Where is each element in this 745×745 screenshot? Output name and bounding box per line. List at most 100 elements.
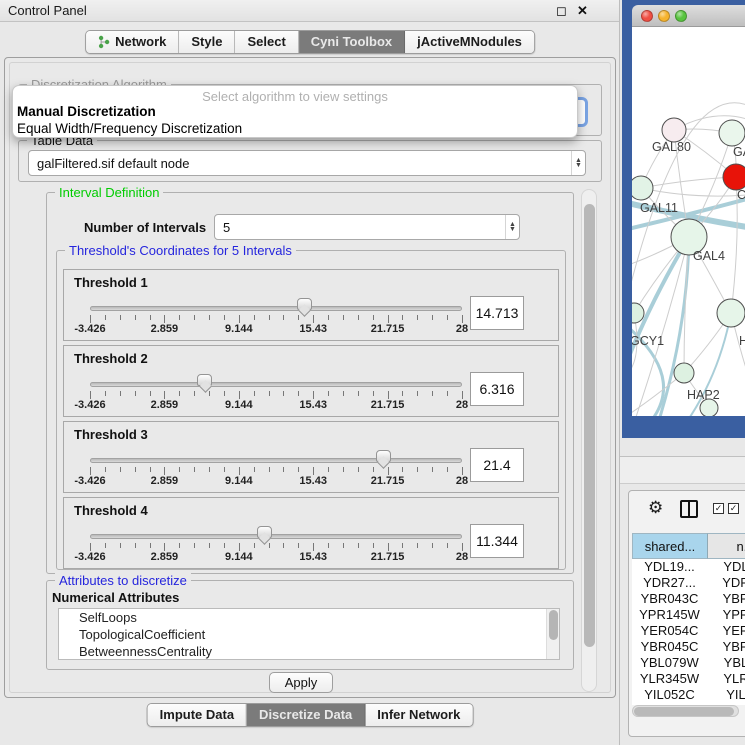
threshold-slider[interactable]: -3.4262.8599.14415.4321.71528 xyxy=(90,346,462,418)
split-view-icon[interactable] xyxy=(680,500,698,518)
threshold-slider[interactable]: -3.4262.8599.14415.4321.71528 xyxy=(90,422,462,494)
slider-thumb[interactable] xyxy=(376,450,391,462)
tick-mark xyxy=(462,315,463,323)
column-header-n[interactable]: n... xyxy=(707,533,745,559)
tick-mark xyxy=(358,543,359,548)
tick-mark xyxy=(164,543,165,551)
network-canvas[interactable]: GAL80GACGAL11GAL4GCY1HHAP2 xyxy=(632,27,745,416)
slider-track[interactable] xyxy=(90,458,462,463)
network-node-ga[interactable] xyxy=(719,120,745,146)
slider-track[interactable] xyxy=(90,382,462,387)
tick-mark xyxy=(224,391,225,396)
threshold-value-field[interactable]: 21.4 xyxy=(470,448,524,482)
table-row[interactable]: YBL079WYBL0... xyxy=(632,655,745,671)
threshold-value-field[interactable]: 14.713 xyxy=(470,296,524,330)
tick-mark xyxy=(254,391,255,396)
bottom-tab-impute-data[interactable]: Impute Data xyxy=(148,704,247,726)
tick-mark xyxy=(298,543,299,548)
slider-tick-labels: -3.4262.8599.14415.4321.71528 xyxy=(90,551,462,564)
algorithm-dropdown-popup: Select algorithm to view settings Manual… xyxy=(12,85,578,138)
tick-mark xyxy=(343,391,344,396)
network-node-gal80[interactable] xyxy=(662,118,686,142)
threshold-value-field[interactable]: 6.316 xyxy=(470,372,524,406)
tick-mark xyxy=(179,543,180,548)
slider-track[interactable] xyxy=(90,534,462,539)
window-zoom-button[interactable] xyxy=(675,10,687,22)
algorithm-option-manual[interactable]: Manual Discretization xyxy=(13,103,577,120)
close-panel-icon[interactable]: ✕ xyxy=(577,3,588,19)
table-cell: YBL0... xyxy=(707,655,745,671)
float-panel-icon[interactable]: ◻ xyxy=(556,3,567,19)
tick-mark xyxy=(298,467,299,472)
tick-mark xyxy=(179,391,180,396)
table-row[interactable]: YBR043CYBR0... xyxy=(632,591,745,607)
bottom-tab-discretize-data[interactable]: Discretize Data xyxy=(247,704,365,726)
tick-mark xyxy=(283,467,284,472)
number-of-intervals-select[interactable]: 5 ▲▼ xyxy=(214,214,520,240)
attributes-scrollbar[interactable] xyxy=(546,609,559,659)
tick-mark xyxy=(90,315,91,323)
network-window-titlebar[interactable] xyxy=(632,5,745,27)
threshold-value-field[interactable]: 11.344 xyxy=(470,524,524,558)
tab-select[interactable]: Select xyxy=(235,31,298,53)
tick-mark xyxy=(343,543,344,548)
checkbox-icon-1[interactable]: ✓ xyxy=(713,503,724,514)
attribute-item[interactable]: SelfLoops xyxy=(59,609,559,626)
table-cell: YLR3... xyxy=(707,671,745,687)
network-node-gcy1[interactable] xyxy=(632,303,644,323)
network-node-gal11[interactable] xyxy=(632,176,653,200)
table-row[interactable]: YLR345WYLR3... xyxy=(632,671,745,687)
gear-icon[interactable]: ⚙ xyxy=(648,498,663,518)
window-close-button[interactable] xyxy=(641,10,653,22)
threshold-slider[interactable]: -3.4262.8599.14415.4321.71528 xyxy=(90,498,462,570)
tab-jactivemnodules[interactable]: jActiveMNodules xyxy=(405,31,534,53)
algorithm-placeholder-option[interactable]: Select algorithm to view settings xyxy=(13,86,577,103)
panel-scrollbar-thumb[interactable] xyxy=(584,204,595,647)
network-node-h[interactable] xyxy=(717,299,745,327)
slider-thumb[interactable] xyxy=(297,298,312,310)
table-row[interactable]: YIL052CYIL0... xyxy=(632,687,745,703)
tab-network[interactable]: Network xyxy=(86,31,179,53)
attributes-scrollbar-thumb[interactable] xyxy=(549,610,558,640)
table-row[interactable]: YBR045CYBR0... xyxy=(632,639,745,655)
attribute-item[interactable]: TopologicalCoefficient xyxy=(59,626,559,643)
tick-mark xyxy=(224,543,225,548)
network-edge xyxy=(641,177,736,188)
bottom-tab-infer-network[interactable]: Infer Network xyxy=(365,704,472,726)
tick-mark xyxy=(209,467,210,472)
tick-label: 21.715 xyxy=(371,323,405,335)
network-node-hap2[interactable] xyxy=(674,363,694,383)
tick-mark xyxy=(254,467,255,472)
panel-divider xyxy=(619,0,620,745)
table-hscrollbar-thumb[interactable] xyxy=(634,707,734,716)
network-node-label: GCY1 xyxy=(632,334,664,348)
network-node-c[interactable] xyxy=(723,164,745,190)
numerical-attributes-list[interactable]: SelfLoopsTopologicalCoefficientBetweenne… xyxy=(58,608,560,660)
tick-mark xyxy=(447,391,448,396)
slider-thumb[interactable] xyxy=(197,374,212,386)
table-row[interactable]: YER054CYER0... xyxy=(632,623,745,639)
tick-mark xyxy=(283,391,284,396)
network-node-label: GA xyxy=(733,145,745,159)
tab-style[interactable]: Style xyxy=(179,31,235,53)
slider-thumb[interactable] xyxy=(257,526,272,538)
slider-track[interactable] xyxy=(90,306,462,311)
table-row[interactable]: YDR27...YDR2... xyxy=(632,575,745,591)
attribute-item[interactable]: BetweennessCentrality xyxy=(59,643,559,660)
tick-label: 28 xyxy=(456,323,468,335)
column-header-shared[interactable]: shared... xyxy=(632,533,707,559)
tick-mark xyxy=(432,467,433,472)
table-cell: YBR0... xyxy=(707,639,745,655)
table-data-select[interactable]: galFiltered.sif default node ▲▼ xyxy=(28,150,586,176)
table-row[interactable]: YPR145WYPR1... xyxy=(632,607,745,623)
window-minimize-button[interactable] xyxy=(658,10,670,22)
checkbox-icon-2[interactable]: ✓ xyxy=(728,503,739,514)
threshold-panel-4: Threshold 4-3.4262.8599.14415.4321.71528… xyxy=(63,497,559,569)
tick-mark xyxy=(105,391,106,396)
tab-cyni-toolbox[interactable]: Cyni Toolbox xyxy=(299,31,405,53)
algorithm-option-equal-width[interactable]: Equal Width/Frequency Discretization xyxy=(13,120,577,137)
threshold-slider[interactable]: -3.4262.8599.14415.4321.71528 xyxy=(90,270,462,342)
apply-button[interactable]: Apply xyxy=(269,672,333,693)
tick-mark xyxy=(120,543,121,548)
table-row[interactable]: YDL19...YDL1... xyxy=(632,559,745,575)
